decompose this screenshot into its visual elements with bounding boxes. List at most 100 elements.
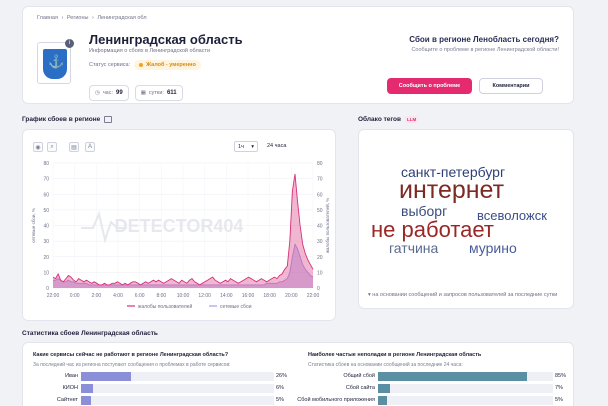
status-badge: Жалоб - умеренно bbox=[134, 60, 201, 70]
x-tick-label: 16:00 bbox=[242, 293, 255, 299]
y2-tick-label: 10 bbox=[317, 270, 323, 276]
x-tick-label: 0:00 bbox=[70, 293, 80, 299]
calendar-icon: ▦ bbox=[140, 90, 146, 96]
issues-column-sub: Статистика сбоев на основании сообщений … bbox=[308, 362, 463, 368]
tag-item[interactable]: выборг bbox=[401, 204, 447, 218]
stat-row-track bbox=[378, 396, 553, 405]
watermark-text: DETECTOR404 bbox=[115, 216, 244, 236]
stat-row-percent: 6% bbox=[276, 385, 284, 391]
chevron-down-icon: ▾ bbox=[368, 292, 371, 298]
stat-row[interactable]: Сбой мобильного приложения 5% bbox=[297, 396, 563, 405]
report-prompt: Сбои в регионе Ленобласть сегодня? Сообщ… bbox=[389, 35, 559, 54]
cloud-title: Облако тегов bbox=[358, 116, 401, 123]
report-question: Сбои в регионе Ленобласть сегодня? bbox=[409, 35, 559, 44]
chart-section-title: График сбоев в регионе bbox=[22, 116, 113, 123]
stat-row-label: Общий сбой bbox=[343, 373, 375, 379]
legend-label: сетевые сбои bbox=[220, 304, 252, 310]
stat-row-bar bbox=[81, 396, 91, 405]
y2-tick-label: 20 bbox=[317, 255, 323, 261]
x-tick-label: 8:00 bbox=[156, 293, 166, 299]
stat-row[interactable]: Общий сбой 85% bbox=[343, 372, 566, 381]
y2-tick-label: 60 bbox=[317, 192, 323, 198]
tag-item[interactable]: интернет bbox=[399, 178, 504, 203]
y-tick-label: 10 bbox=[43, 270, 49, 276]
issues-column-title: Наиболее частые неполадки в регионе Лени… bbox=[308, 352, 482, 358]
breadcrumb-regions[interactable]: Регионы bbox=[67, 15, 89, 21]
info-badge-icon[interactable]: i bbox=[65, 39, 74, 48]
stat-row-label: Иван bbox=[65, 373, 78, 379]
legend-label: жалобы пользователей bbox=[138, 303, 192, 310]
report-problem-button[interactable]: Сообщить о проблеме bbox=[387, 78, 472, 94]
outage-chart: 0 10 20 30 40 50 60 70 80 0 10 20 30 40 50 60 70 80 22:00 0… bbox=[31, 161, 330, 310]
stat-row-bar bbox=[378, 372, 527, 381]
region-coat-of-arms: ⚓ i bbox=[37, 39, 74, 84]
cloud-section-title: Облако тегов LLM bbox=[358, 116, 419, 123]
report-text: Сообщите о проблеме в регионе Ленинградс… bbox=[411, 47, 559, 53]
service-status: Статус сервиса: Жалоб - умеренно bbox=[89, 60, 201, 70]
y2-tick-label: 70 bbox=[317, 177, 323, 183]
stat-row-percent: 26% bbox=[276, 373, 288, 379]
stat-row[interactable]: Иван 26% bbox=[65, 372, 287, 381]
tag-item[interactable]: мурино bbox=[469, 241, 517, 255]
x-tick-label: 14:00 bbox=[220, 293, 233, 299]
y-tick-label: 70 bbox=[43, 177, 49, 183]
y-axis-label: сетевые сбои, % bbox=[31, 208, 36, 243]
tag-cloud-card: санкт-петербург интернет выборг всеволож… bbox=[358, 129, 574, 309]
y-tick-label: 40 bbox=[43, 224, 49, 230]
hour-value: 99 bbox=[116, 90, 123, 96]
anchor-icon: ⚓ bbox=[48, 54, 65, 69]
stat-row-label: Сбой мобильного приложения bbox=[297, 397, 375, 403]
y-tick-label: 0 bbox=[46, 286, 49, 292]
stat-row-track bbox=[81, 384, 274, 393]
hour-counter: ◷ час: 99 bbox=[89, 85, 129, 101]
breadcrumb-current: Ленинградская обл bbox=[97, 15, 147, 21]
stat-row-label: Сайтнет bbox=[56, 397, 78, 403]
stat-row-label: КИОН bbox=[62, 385, 78, 391]
y-tick-label: 60 bbox=[43, 192, 49, 198]
expand-icon[interactable] bbox=[104, 116, 113, 123]
stat-row-percent: 7% bbox=[555, 385, 563, 391]
stats-card: Какие сервисы сейчас не работают в регио… bbox=[22, 342, 574, 406]
outage-chart-card: ◉ ⌕ ▤ A 1ч ▾ 24 часа 0 10 20 30 40 50 60 70 80 0 1… bbox=[22, 129, 336, 321]
stat-row-track bbox=[378, 384, 553, 393]
y2-tick-label: 50 bbox=[317, 208, 323, 214]
page-title: Ленинградская область bbox=[89, 32, 243, 47]
stats-section-title: Статистика сбоев Ленинградская область bbox=[22, 330, 158, 337]
stat-row-percent: 5% bbox=[555, 397, 563, 403]
breadcrumb: Главная › Регионы › Ленинградская обл bbox=[37, 15, 147, 21]
day-value: 611 bbox=[166, 90, 177, 96]
x-tick-label: 2:00 bbox=[91, 293, 101, 299]
tag-item[interactable]: не работает bbox=[371, 219, 494, 241]
y2-tick-label: 0 bbox=[317, 286, 320, 292]
x-tick-label: 12:00 bbox=[198, 293, 211, 299]
tag-item[interactable]: гатчина bbox=[389, 241, 438, 255]
x-tick-label: 10:00 bbox=[177, 293, 190, 299]
page: Главная › Регионы › Ленинградская обл ⚓ … bbox=[0, 0, 608, 406]
page-subtitle: Информация о сбоях в Ленинградской облас… bbox=[89, 48, 211, 54]
services-column-title: Какие сервисы сейчас не работают в регио… bbox=[33, 352, 229, 358]
comments-button[interactable]: Комментарии bbox=[479, 78, 543, 94]
stat-row[interactable]: КИОН 6% bbox=[63, 384, 284, 393]
stat-row-bar bbox=[378, 384, 391, 393]
cloud-note: ▾ на основании сообщений и запросов поль… bbox=[368, 292, 558, 299]
status-dot-icon bbox=[139, 63, 144, 67]
stat-row-percent: 85% bbox=[555, 373, 567, 379]
stat-row[interactable]: Сбой сайта 7% bbox=[346, 384, 563, 393]
x-tick-label: 4:00 bbox=[113, 293, 123, 299]
y2-tick-label: 40 bbox=[317, 224, 323, 230]
llm-badge: LLM bbox=[404, 116, 419, 123]
y-tick-label: 30 bbox=[43, 239, 49, 245]
stat-row[interactable]: Сайтнет 5% bbox=[57, 396, 284, 405]
x-tick-label: 22:00 bbox=[307, 293, 320, 299]
y2-tick-label: 30 bbox=[317, 239, 323, 245]
stat-row-bar bbox=[81, 372, 132, 381]
stat-row-label: Сбой сайта bbox=[345, 385, 375, 391]
y2-tick-label: 80 bbox=[317, 161, 323, 167]
x-tick-label: 6:00 bbox=[135, 293, 145, 299]
y-tick-label: 20 bbox=[43, 255, 49, 261]
day-label: сутки: bbox=[148, 90, 164, 96]
x-tick-label: 20:00 bbox=[285, 293, 298, 299]
y2-axis-label: жалобы пользователей, % bbox=[324, 198, 330, 253]
status-label: Статус сервиса: bbox=[89, 62, 131, 68]
breadcrumb-home[interactable]: Главная bbox=[37, 15, 58, 21]
